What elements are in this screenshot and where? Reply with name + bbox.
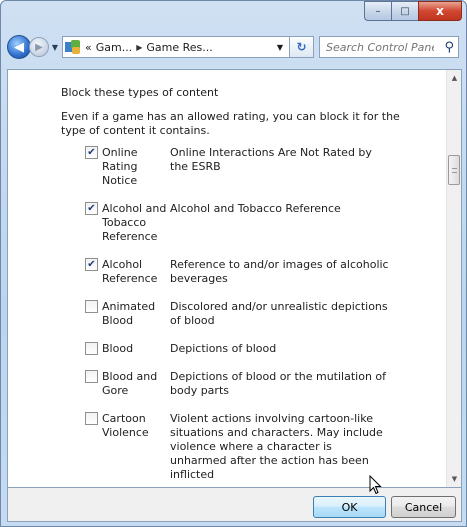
content-type-item: ✔ Alcohol Reference Reference to and/or im…	[85, 258, 436, 286]
content-type-checkbox[interactable]	[85, 342, 98, 355]
content-type-checkbox[interactable]: ✔	[85, 146, 98, 159]
search-box[interactable]: ⚲	[319, 36, 459, 58]
scroll-down-icon[interactable]: ▼	[447, 471, 461, 487]
section-description: Even if a game has an allowed rating, yo…	[61, 110, 400, 137]
search-icon[interactable]: ⚲	[444, 40, 454, 55]
maximize-button[interactable]: □	[391, 1, 418, 21]
section-heading: Block these types of content	[61, 86, 219, 99]
forward-arrow-icon[interactable]: ▶	[29, 37, 49, 57]
minimize-button[interactable]: –	[364, 1, 391, 21]
window-frame: – □ x ◀ ▶ ▼ « Gam... ▶ Game Res... ▼ ↻ ⚲…	[0, 0, 467, 527]
content-type-description: Alcohol and Tobacco Reference	[170, 202, 341, 215]
vertical-scrollbar[interactable]: ▲ ▼	[446, 70, 461, 487]
address-bar[interactable]: « Gam... ▶ Game Res... ▼	[62, 36, 290, 58]
content-type-name[interactable]: Cartoon Violence	[102, 412, 170, 482]
breadcrumb-game-restrictions[interactable]: Game Res...	[146, 41, 212, 54]
address-dropdown-icon[interactable]: ▼	[271, 43, 289, 52]
refresh-icon[interactable]: ↻	[290, 36, 314, 58]
content-type-description: Online Interactions Are Not Rated by the…	[170, 146, 372, 173]
content-type-item: ✔ Online Rating Notice Online Interactions…	[85, 146, 436, 188]
cancel-button[interactable]: Cancel	[391, 496, 456, 518]
content-scroll-area: Block these types of content Even if a g…	[8, 70, 446, 487]
content-type-item: Blood Depictions of blood	[85, 342, 436, 356]
scroll-up-icon[interactable]: ▲	[447, 70, 461, 86]
content-type-name[interactable]: Blood	[102, 342, 170, 356]
content-type-checkbox[interactable]	[85, 412, 98, 425]
content-type-name[interactable]: Alcohol Reference	[102, 258, 170, 286]
content-type-item: Blood and Gore Depictions of blood or the…	[85, 370, 436, 398]
search-input[interactable]	[326, 40, 434, 54]
content-type-checkbox[interactable]	[85, 370, 98, 383]
content-panel: Block these types of content Even if a g…	[7, 69, 462, 488]
back-arrow-icon[interactable]: ◀	[7, 35, 31, 59]
content-type-checkbox[interactable]	[85, 300, 98, 313]
breadcrumb-games[interactable]: Gam...	[96, 41, 132, 54]
navigation-bar: ◀ ▶ ▼ « Gam... ▶ Game Res... ▼ ↻ ⚲	[7, 33, 462, 61]
button-bar: OK Cancel	[7, 488, 462, 522]
content-type-name[interactable]: Online Rating Notice	[102, 146, 170, 188]
content-type-item: Cartoon Violence Violent actions involvin…	[85, 412, 436, 482]
content-type-description: Depictions of blood	[170, 342, 277, 355]
mouse-cursor-icon	[369, 475, 382, 495]
content-type-name[interactable]: Alcohol and Tobacco Reference	[102, 202, 170, 244]
close-button[interactable]: x	[418, 1, 462, 21]
content-type-description: Violent actions involving cartoon-like s…	[170, 412, 383, 481]
scrollbar-thumb[interactable]	[448, 155, 460, 185]
content-type-description: Discolored and/or unrealistic depictions…	[170, 300, 388, 327]
content-type-name[interactable]: Animated Blood	[102, 300, 170, 328]
address-overflow-chevron[interactable]: «	[85, 41, 92, 54]
recent-pages-dropdown-icon[interactable]: ▼	[50, 43, 60, 52]
content-type-checkbox[interactable]: ✔	[85, 202, 98, 215]
content-type-description: Reference to and/or images of alcoholic …	[170, 258, 389, 285]
control-panel-icon	[65, 40, 81, 54]
content-type-item: ✔ Alcohol and Tobacco Reference Alcohol an…	[85, 202, 436, 244]
content-type-name[interactable]: Blood and Gore	[102, 370, 170, 398]
content-type-checkbox[interactable]: ✔	[85, 258, 98, 271]
ok-button[interactable]: OK	[313, 496, 386, 518]
content-type-item: Animated Blood Discolored and/or unrealis…	[85, 300, 436, 328]
title-bar-buttons: – □ x	[364, 1, 462, 21]
breadcrumb-separator-icon[interactable]: ▶	[136, 43, 142, 52]
content-type-list: ✔ Online Rating Notice Online Interactions…	[85, 146, 436, 487]
content-type-description: Depictions of blood or the mutilation of…	[170, 370, 387, 397]
